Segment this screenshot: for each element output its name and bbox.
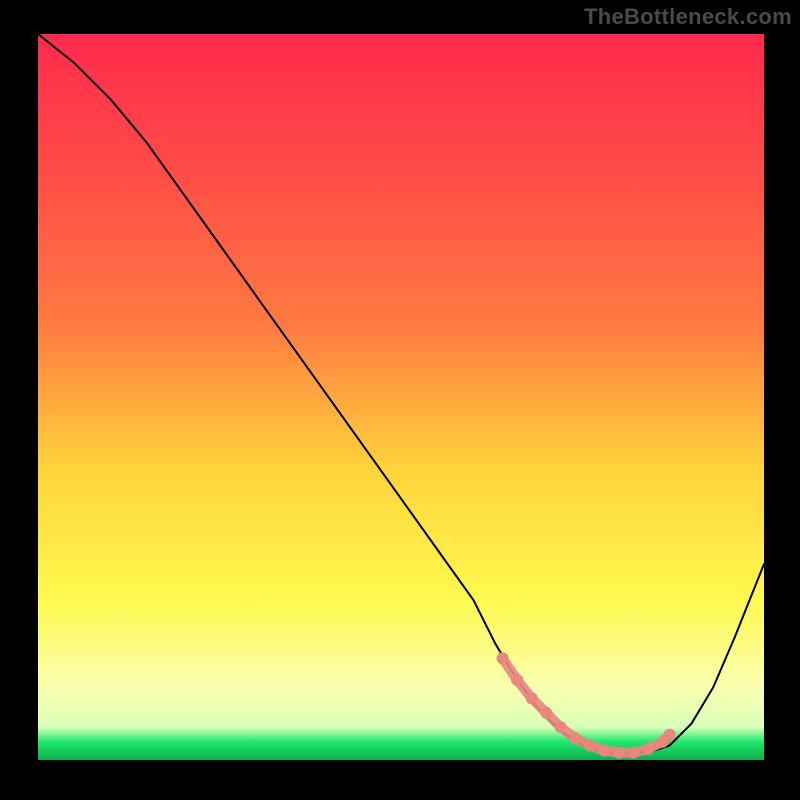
optimal-range-marker (511, 674, 523, 686)
optimal-range-marker (526, 692, 538, 704)
optimal-range-marker (613, 747, 625, 759)
optimal-range-marker (497, 652, 509, 664)
optimal-range-marker (569, 732, 581, 744)
optimal-range-marker (642, 743, 654, 755)
chart-frame: TheBottleneck.com (0, 0, 800, 800)
optimal-range-marker (584, 740, 596, 752)
optimal-range-marker (664, 729, 676, 741)
optimal-range-marker (555, 721, 567, 733)
optimal-range-marker (627, 747, 639, 759)
bottleneck-chart (0, 0, 800, 800)
optimal-range-marker (540, 707, 552, 719)
optimal-range-marker (598, 745, 610, 757)
watermark-text: TheBottleneck.com (584, 4, 792, 30)
